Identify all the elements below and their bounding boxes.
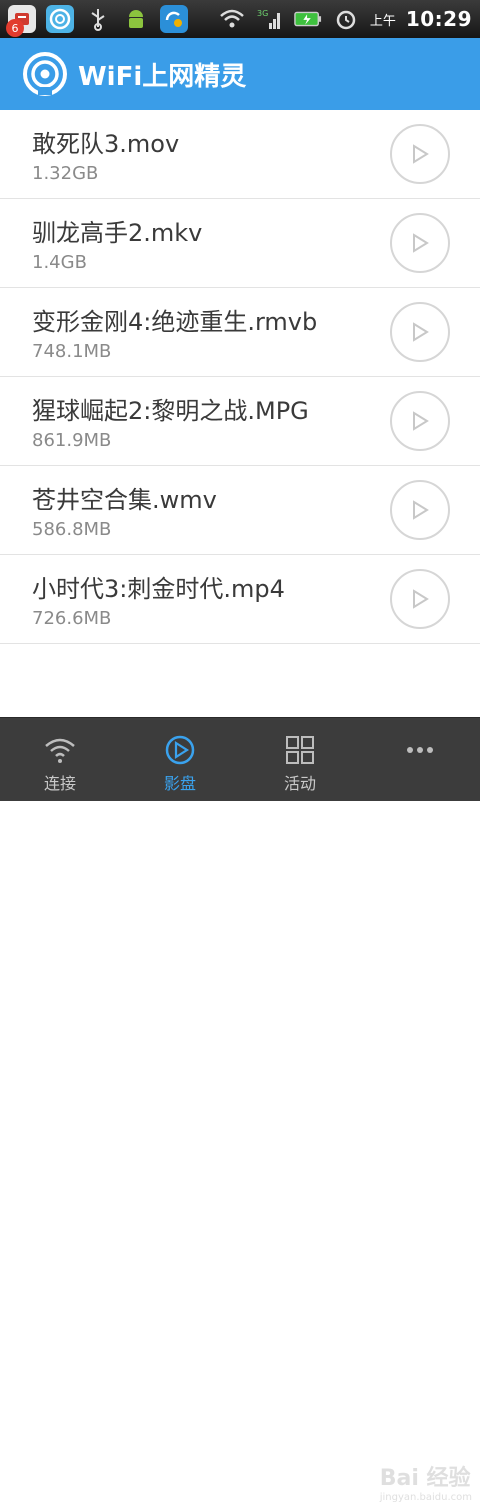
play-icon [413, 322, 429, 342]
app-header: WiFi上网精灵 [0, 38, 480, 110]
list-item[interactable]: 猩球崛起2:黎明之战.MPG 861.9MB [0, 377, 480, 466]
play-icon [413, 500, 429, 520]
wifi-icon [45, 738, 75, 763]
network-type-label: 3G [257, 9, 268, 18]
status-right-icons: 3G 上午 10:29 [218, 4, 472, 34]
app-title: WiFi上网精灵 [78, 62, 247, 92]
list-item[interactable]: 敢死队3.mov 1.32GB [0, 110, 480, 199]
status-left-icons: 6 [6, 4, 188, 37]
list-item[interactable]: 小时代3:刺金时代.mp4 726.6MB [0, 555, 480, 644]
play-button[interactable] [390, 213, 450, 273]
video-name: 变形金刚4:绝迹重生.rmvb [32, 308, 318, 336]
tab-more[interactable] [360, 718, 480, 801]
play-icon [413, 589, 429, 609]
android-debug-icon [122, 5, 150, 33]
video-name: 小时代3:刺金时代.mp4 [32, 575, 285, 603]
video-size: 861.9MB [32, 430, 112, 451]
more-icon [407, 747, 433, 753]
list-item[interactable]: 苍井空合集.wmv 586.8MB [0, 466, 480, 555]
play-button[interactable] [390, 124, 450, 184]
video-name: 驯龙高手2.mkv [32, 219, 203, 247]
tab-activity[interactable]: 活动 [240, 718, 360, 801]
tab-label: 连接 [43, 774, 76, 793]
list-item[interactable]: 驯龙高手2.mkv 1.4GB [0, 199, 480, 288]
play-icon [165, 735, 195, 765]
play-icon [413, 411, 429, 431]
wifi-app-status-icon [46, 5, 74, 33]
watermark-brand: Bai 经验 [379, 1466, 471, 1491]
cell-signal-icon: 3G [256, 5, 284, 33]
status-bar: 6 3G 上午 10:29 [0, 0, 480, 38]
baidu-watermark: Bai 经验 jingyan.baidu.com [380, 1460, 472, 1503]
video-name: 苍井空合集.wmv [32, 486, 217, 514]
time-ampm: 上午 [369, 13, 396, 29]
play-button[interactable] [390, 391, 450, 451]
watermark-url: jingyan.baidu.com [379, 1492, 472, 1503]
video-size: 586.8MB [32, 519, 112, 540]
tab-label: 活动 [283, 774, 316, 793]
notification-count-badge: 6 [6, 19, 24, 37]
list-item[interactable]: 变形金刚4:绝迹重生.rmvb 748.1MB [0, 288, 480, 377]
video-size: 1.32GB [32, 163, 99, 184]
play-icon [413, 233, 429, 253]
video-size: 748.1MB [32, 341, 112, 362]
video-name: 敢死队3.mov [32, 130, 180, 158]
app-logo-icon [23, 52, 67, 96]
tab-connect[interactable]: 连接 [0, 718, 120, 801]
tab-label: 影盘 [163, 774, 196, 793]
tab-video-disk[interactable]: 影盘 [120, 718, 240, 801]
play-button[interactable] [390, 302, 450, 362]
bottom-tab-bar: 连接 影盘 活动 Bai 经验 jingyan.baidu.com [0, 717, 480, 1503]
usb-icon [84, 5, 112, 33]
battery-charging-icon [294, 5, 322, 33]
video-size: 726.6MB [32, 608, 112, 629]
wifi-signal-icon [218, 5, 246, 33]
sync-search-icon [160, 5, 188, 33]
video-list: 敢死队3.mov 1.32GB 驯龙高手2.mkv 1.4GB 变形金刚4:绝迹… [0, 110, 480, 644]
play-icon [413, 144, 429, 164]
video-size: 1.4GB [32, 252, 87, 273]
play-button[interactable] [390, 569, 450, 629]
status-time: 10:29 [405, 7, 472, 31]
notification-app-icon: 6 [6, 5, 36, 37]
play-button[interactable] [390, 480, 450, 540]
alarm-clock-icon [332, 5, 360, 33]
grid-icon [286, 736, 314, 764]
video-name: 猩球崛起2:黎明之战.MPG [32, 397, 309, 425]
